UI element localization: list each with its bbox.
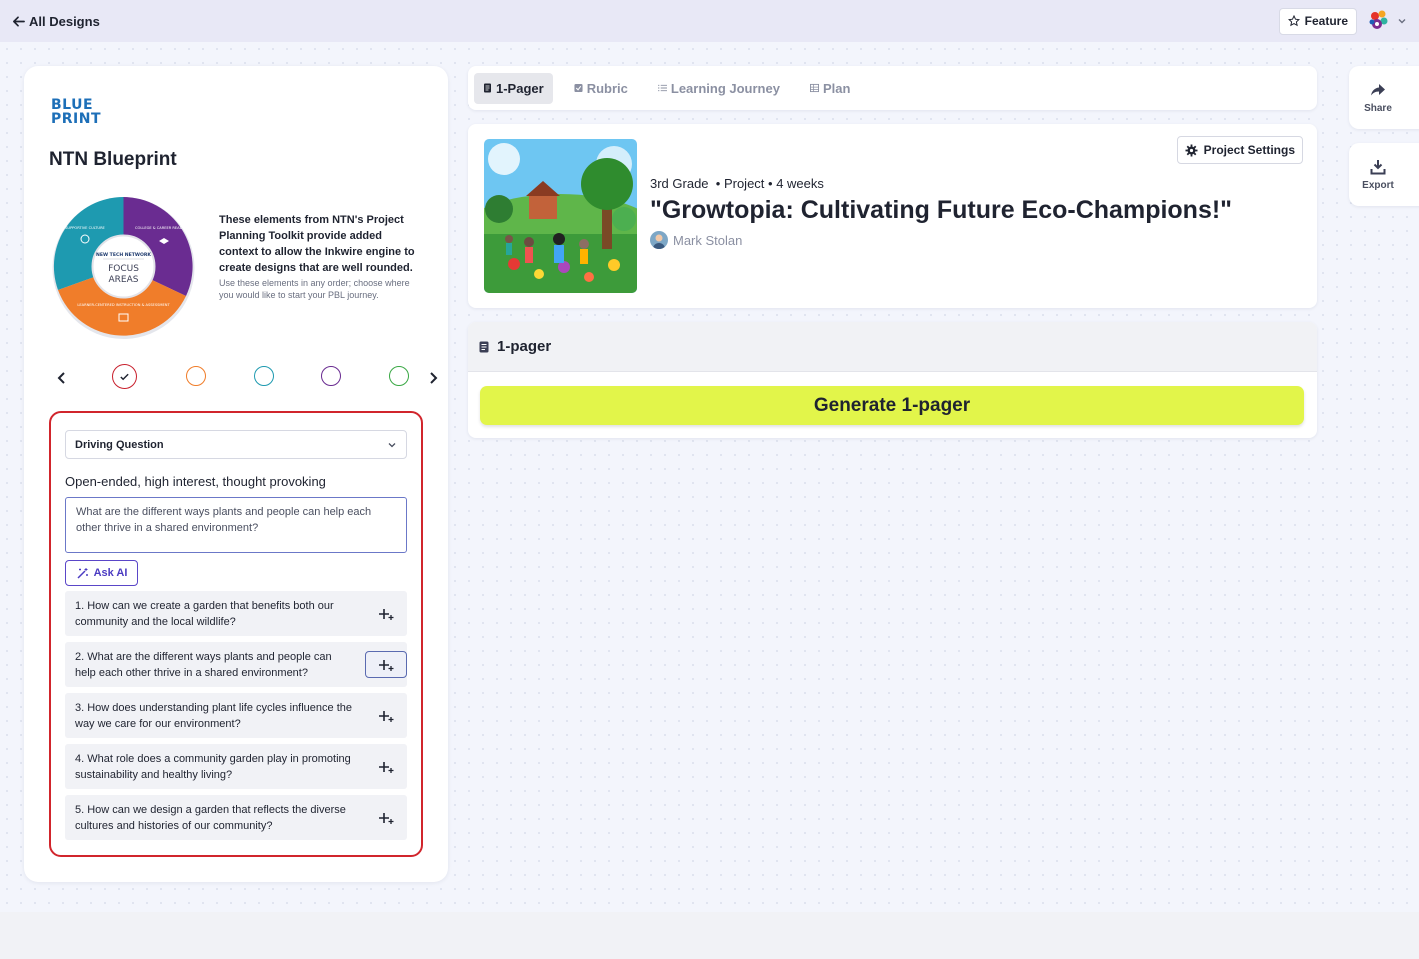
chevron-down-icon (1398, 19, 1406, 24)
generate-1-pager-button[interactable]: Generate 1-pager (480, 386, 1304, 425)
feature-label: Feature (1304, 14, 1348, 28)
check-icon (120, 373, 129, 381)
suggestion-item: 4. What role does a community garden pla… (65, 744, 407, 789)
check-square-icon (574, 83, 583, 93)
suggestion-text: 5. How can we design a garden that refle… (75, 803, 346, 832)
suggestion-text: 3. How does understanding plant life cyc… (75, 701, 353, 730)
svg-text:COLLEGE & CAREER READINESS: COLLEGE & CAREER READINESS (135, 226, 194, 230)
suggestion-item: 5. How can we design a garden that refle… (65, 795, 407, 840)
download-icon (1370, 159, 1386, 174)
step-3[interactable] (254, 366, 274, 386)
star-icon (1287, 15, 1300, 27)
driving-question-subtitle: Open-ended, high interest, thought provo… (65, 474, 326, 489)
suggestion-item: 1. How can we create a garden that benef… (65, 591, 407, 636)
project-cover-image (484, 139, 637, 293)
plus-sparkle-icon (379, 812, 394, 824)
driving-question-section: Driving Question Open-ended, high intere… (49, 411, 423, 857)
share-button[interactable]: Share (1349, 66, 1419, 129)
plus-sparkle-icon (379, 710, 394, 722)
suggestion-text: 1. How can we create a garden that benef… (75, 599, 334, 628)
panel-title: NTN Blueprint (49, 149, 177, 170)
suggestion-item: 2. What are the different ways plants an… (65, 642, 407, 687)
svg-text:LEARNER-CENTERED INSTRUCTION &: LEARNER-CENTERED INSTRUCTION & ASSESSMEN… (77, 303, 170, 307)
svg-text:NEW TECH NETWORK: NEW TECH NETWORK (96, 252, 151, 258)
doc-icon (479, 341, 489, 352)
add-suggestion-button[interactable] (365, 651, 407, 678)
project-meta: 3rd Grade • Project • 4 weeks (650, 176, 824, 191)
chevron-left-icon[interactable] (54, 370, 70, 386)
ask-ai-label: Ask AI (93, 567, 128, 579)
project-title: "Growtopia: Cultivating Future Eco-Champ… (650, 196, 1233, 224)
onepager-section: 1-pager Generate 1-pager (468, 322, 1317, 438)
blueprint-logo: BLUE PRINT (51, 97, 102, 127)
project-type-label: • Project (715, 176, 765, 191)
avatar (650, 231, 668, 249)
suggestion-text: 2. What are the different ways plants an… (75, 650, 332, 679)
plus-sparkle-icon (379, 761, 394, 773)
step-1-checked[interactable] (112, 364, 137, 389)
element-type-select[interactable]: Driving Question (65, 430, 407, 459)
description-main: These elements from NTN's Project Planni… (219, 214, 415, 274)
add-suggestion-button[interactable] (365, 702, 407, 729)
ask-ai-button[interactable]: Ask AI (65, 560, 138, 586)
focus-areas-wheel: NEW TECH NETWORK FOCUS AREAS SUPPORTIVE … (52, 196, 195, 339)
grade-label: 3rd Grade (650, 176, 709, 191)
step-2[interactable] (186, 366, 206, 386)
footer-strip (0, 912, 1419, 959)
arrow-left-icon (13, 15, 25, 27)
driving-question-input[interactable] (65, 497, 407, 553)
blueprint-panel: BLUE PRINT NTN Blueprint NEW TECH NETWOR… (24, 66, 448, 882)
project-author: Mark Stolan (650, 231, 742, 249)
step-4[interactable] (321, 366, 341, 386)
export-button[interactable]: Export (1349, 143, 1419, 206)
chevron-right-icon[interactable] (425, 370, 441, 386)
topbar-actions: Feature (1278, 7, 1407, 35)
suggestion-list: 1. How can we create a garden that benef… (65, 591, 407, 846)
user-menu[interactable] (1367, 9, 1407, 33)
element-type-value: Driving Question (75, 438, 164, 451)
suggestion-item: 3. How does understanding plant life cyc… (65, 693, 407, 738)
top-bar: All Designs Feature (0, 0, 1419, 42)
description-hint: Use these elements in any order; choose … (219, 278, 410, 300)
onepager-title: 1-pager (497, 338, 552, 355)
duration-label: • 4 weeks (768, 176, 824, 191)
plus-sparkle-icon (379, 608, 394, 620)
magic-wand-icon (77, 567, 88, 579)
all-designs-link[interactable]: All Designs (12, 14, 100, 29)
design-tabs: 1-Pager Rubric Learning Journey Plan (468, 66, 1317, 110)
author-name: Mark Stolan (673, 232, 743, 248)
list-icon (657, 84, 667, 92)
tab-rubric[interactable]: Rubric (565, 73, 637, 104)
plus-sparkle-icon (379, 659, 394, 671)
project-settings-button[interactable]: Project Settings (1176, 136, 1303, 164)
add-suggestion-button[interactable] (365, 753, 407, 780)
add-suggestion-button[interactable] (365, 804, 407, 831)
share-arrow-icon (1371, 83, 1385, 95)
suggestion-text: 4. What role does a community garden pla… (75, 752, 351, 781)
all-designs-label: All Designs (29, 13, 100, 29)
add-suggestion-button[interactable] (365, 600, 407, 627)
tab-learning-journey[interactable]: Learning Journey (649, 73, 789, 104)
project-card: 3rd Grade • Project • 4 weeks "Growtopia… (468, 124, 1317, 308)
export-label: Export (1362, 179, 1394, 191)
svg-text:FOCUS: FOCUS (108, 264, 139, 274)
project-settings-label: Project Settings (1203, 143, 1295, 157)
element-stepper (52, 364, 438, 392)
tab-1-pager[interactable]: 1-Pager (474, 72, 553, 104)
tab-plan[interactable]: Plan (801, 73, 859, 104)
step-5[interactable] (389, 366, 409, 386)
table-icon (809, 83, 819, 93)
onepager-header: 1-pager (468, 322, 1317, 372)
share-label: Share (1364, 102, 1392, 114)
svg-text:AREAS: AREAS (109, 275, 139, 285)
chevron-down-icon (388, 442, 396, 447)
gear-icon (1185, 144, 1198, 156)
svg-text:SUPPORTIVE CULTURE: SUPPORTIVE CULTURE (65, 226, 105, 230)
inkwire-logo-icon (1369, 10, 1388, 29)
focus-areas-description: These elements from NTN's Project Planni… (219, 212, 419, 301)
feature-button[interactable]: Feature (1278, 7, 1357, 35)
doc-icon (484, 83, 491, 93)
